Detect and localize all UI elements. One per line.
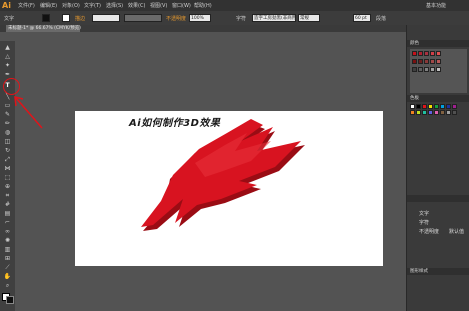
- red-swoosh-shape: [141, 119, 305, 231]
- artwork-caption: Ai如何制作3D效果: [129, 118, 221, 129]
- guide-swatch[interactable]: [412, 51, 417, 56]
- graphic-styles-panel-title: 图形样式: [410, 269, 428, 274]
- artboard-tool-icon[interactable]: ⊞: [3, 255, 12, 263]
- opacity-link[interactable]: 不透明度: [166, 15, 186, 22]
- properties-char-link[interactable]: 字符: [419, 219, 429, 226]
- perspective-grid-tool-icon[interactable]: ⌗: [3, 192, 12, 200]
- zoom-tool-icon[interactable]: ⌕: [3, 282, 12, 290]
- stroke-weight-field[interactable]: [92, 14, 120, 22]
- gradient-tool-icon[interactable]: ▤: [3, 210, 12, 218]
- guide-swatch[interactable]: [436, 59, 441, 64]
- swatch[interactable]: [410, 104, 415, 109]
- hand-tool-icon[interactable]: ✋: [3, 273, 12, 281]
- free-transform-tool-icon[interactable]: ⬚: [3, 174, 12, 182]
- properties-type-label: 文字: [419, 211, 430, 217]
- guide-swatch[interactable]: [418, 67, 423, 72]
- menu-window[interactable]: 窗口(W): [172, 2, 191, 9]
- mesh-tool-icon[interactable]: #: [3, 201, 12, 209]
- para-link[interactable]: 段落: [376, 15, 386, 22]
- column-graph-tool-icon[interactable]: ▥: [3, 246, 12, 254]
- swatch[interactable]: [440, 110, 445, 115]
- rotate-tool-icon[interactable]: ↻: [3, 147, 12, 155]
- menu-select[interactable]: 选择(S): [106, 2, 123, 9]
- workspace-switcher[interactable]: 基本功能: [426, 2, 446, 9]
- control-bar: 文字 描边 不透明度 100% 字符 造字工房劲黑(非商用) 常规 60 pt …: [0, 11, 469, 26]
- swatch[interactable]: [410, 110, 415, 115]
- guide-swatch[interactable]: [424, 51, 429, 56]
- font-family-field[interactable]: 造字工房劲黑(非商用): [252, 14, 296, 22]
- eyedropper-tool-icon[interactable]: ⌐: [3, 219, 12, 227]
- guide-swatch[interactable]: [418, 59, 423, 64]
- swatches-grid: [410, 104, 467, 144]
- swatch[interactable]: [452, 110, 457, 115]
- properties-panel-header: [407, 195, 469, 202]
- swatch[interactable]: [446, 104, 451, 109]
- right-panel-dock: 颜色 色板 文字 字符 不透明度 默认值 图形样式: [406, 25, 469, 311]
- font-size-field[interactable]: 60 pt: [353, 14, 371, 22]
- guide-swatch[interactable]: [418, 51, 423, 56]
- swatch[interactable]: [416, 104, 421, 109]
- guide-swatch[interactable]: [430, 59, 435, 64]
- opacity-field[interactable]: 100%: [189, 14, 211, 22]
- swatch[interactable]: [422, 110, 427, 115]
- scale-tool-icon[interactable]: ⤢: [3, 156, 12, 164]
- 3d-logo-artwork: [141, 119, 305, 231]
- swatch[interactable]: [440, 104, 445, 109]
- properties-opacity-link[interactable]: 不透明度: [419, 228, 439, 235]
- swatch[interactable]: [416, 110, 421, 115]
- graphic-styles-panel-header[interactable]: 图形样式: [407, 268, 469, 275]
- menu-bar: Ai 文件(F) 编辑(E) 对象(O) 文字(T) 选择(S) 效果(C) 视…: [0, 0, 469, 11]
- swatch[interactable]: [452, 104, 457, 109]
- guide-swatch[interactable]: [424, 67, 429, 72]
- swatch[interactable]: [434, 110, 439, 115]
- swatch[interactable]: [446, 110, 451, 115]
- swatch[interactable]: [422, 104, 427, 109]
- menu-effect[interactable]: 效果(C): [128, 2, 145, 9]
- guide-swatch[interactable]: [412, 67, 417, 72]
- swatch[interactable]: [428, 110, 433, 115]
- symbol-sprayer-tool-icon[interactable]: ✺: [3, 237, 12, 245]
- blend-tool-icon[interactable]: ∞: [3, 228, 12, 236]
- guide-swatch[interactable]: [430, 67, 435, 72]
- font-style-field[interactable]: 常规: [298, 14, 320, 22]
- char-link[interactable]: 字符: [236, 15, 246, 22]
- color-guide-grid[interactable]: [410, 49, 467, 93]
- shape-builder-tool-icon[interactable]: ⊕: [3, 183, 12, 191]
- menu-view[interactable]: 视图(V): [150, 2, 167, 9]
- stroke-swatch[interactable]: [62, 14, 70, 22]
- guide-swatch[interactable]: [424, 59, 429, 64]
- properties-default-text: 默认值: [449, 229, 465, 235]
- swatch[interactable]: [428, 104, 433, 109]
- width-tool-icon[interactable]: ⋈: [3, 165, 12, 173]
- menu-type[interactable]: 文字(T): [84, 2, 101, 9]
- color-panel-title: 颜色: [410, 41, 419, 46]
- stroke-link[interactable]: 描边: [75, 15, 85, 22]
- slice-tool-icon[interactable]: ⟋: [3, 264, 12, 272]
- guide-swatch[interactable]: [436, 67, 441, 72]
- menu-object[interactable]: 对象(O): [62, 2, 80, 9]
- swatch[interactable]: [434, 104, 439, 109]
- stroke-color-icon[interactable]: [6, 296, 14, 304]
- menu-help[interactable]: 帮助(H): [194, 2, 212, 9]
- guide-swatch[interactable]: [412, 59, 417, 64]
- guide-swatch[interactable]: [430, 51, 435, 56]
- brush-field[interactable]: [124, 14, 162, 22]
- artboard[interactable]: [75, 111, 383, 266]
- color-panel-header[interactable]: 颜色: [407, 40, 469, 47]
- swatches-panel-header[interactable]: 色板: [407, 95, 469, 102]
- annotation-arrow: [14, 96, 43, 129]
- guide-swatch[interactable]: [436, 51, 441, 56]
- swatches-panel-title: 色板: [410, 96, 419, 101]
